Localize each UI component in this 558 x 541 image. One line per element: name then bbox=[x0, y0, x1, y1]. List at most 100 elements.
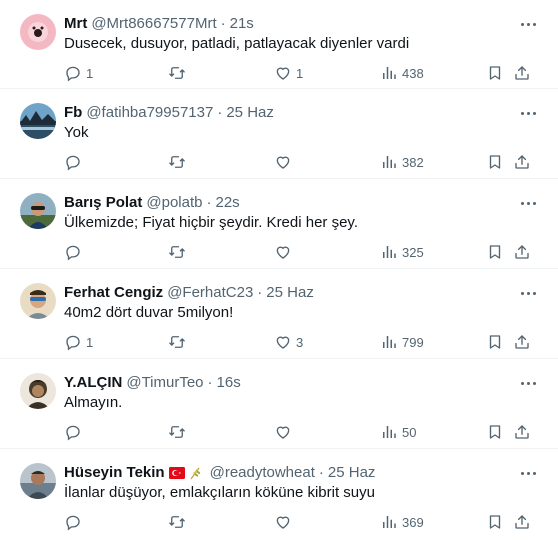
heart-icon bbox=[276, 67, 290, 80]
bookmark-button[interactable] bbox=[486, 331, 504, 353]
tweet[interactable]: Ferhat Cengiz @FerhatC23 · 25 Haz 40m2 d… bbox=[0, 269, 558, 359]
retweet-button[interactable] bbox=[168, 241, 190, 263]
separator-dot: · bbox=[207, 374, 213, 391]
tweet[interactable]: Mrt @Mrt86667577Mrt · 21s Dusecek, dusuy… bbox=[0, 0, 558, 89]
retweet-icon bbox=[169, 67, 185, 79]
avatar[interactable] bbox=[20, 463, 56, 499]
reply-button[interactable] bbox=[64, 241, 86, 263]
avatar[interactable] bbox=[20, 283, 56, 319]
user-handle[interactable]: @TimurTeo bbox=[126, 373, 203, 393]
retweet-button[interactable] bbox=[168, 421, 190, 443]
bookmark-button[interactable] bbox=[486, 511, 504, 533]
tweet-text: Yok bbox=[64, 124, 89, 141]
like-button[interactable] bbox=[274, 421, 296, 443]
reply-button[interactable]: 1 bbox=[64, 62, 93, 84]
more-options-icon[interactable] bbox=[518, 466, 538, 480]
more-options-icon[interactable] bbox=[518, 286, 538, 300]
like-button[interactable] bbox=[274, 511, 296, 533]
more-options-icon[interactable] bbox=[518, 106, 538, 120]
display-name[interactable]: Hüseyin Tekin bbox=[64, 463, 165, 483]
display-name[interactable]: Mrt bbox=[64, 14, 87, 34]
avatar[interactable] bbox=[20, 103, 56, 139]
reply-icon bbox=[66, 335, 80, 351]
reply-icon bbox=[66, 66, 80, 82]
reply-icon bbox=[66, 245, 80, 261]
retweet-button[interactable] bbox=[168, 511, 190, 533]
avatar[interactable] bbox=[20, 193, 56, 229]
share-icon bbox=[515, 155, 529, 169]
views-button[interactable]: 799 bbox=[380, 331, 424, 353]
views-button[interactable]: 382 bbox=[380, 151, 424, 173]
tweet[interactable]: Y.ALÇIN @TimurTeo · 16s Almayın. 50 bbox=[0, 359, 558, 449]
turkey-flag-icon bbox=[168, 467, 185, 479]
share-button[interactable] bbox=[513, 331, 531, 353]
timestamp[interactable]: 25 Haz bbox=[226, 103, 274, 123]
share-icon bbox=[515, 66, 529, 80]
timestamp[interactable]: 22s bbox=[215, 193, 239, 213]
share-button[interactable] bbox=[513, 151, 531, 173]
reply-button[interactable] bbox=[64, 421, 86, 443]
wheat-icon bbox=[190, 467, 200, 480]
tweet-feed: Mrt @Mrt86667577Mrt · 21s Dusecek, dusuy… bbox=[0, 0, 558, 539]
tweet-header: Y.ALÇIN @TimurTeo · 16s bbox=[64, 373, 518, 393]
like-button[interactable] bbox=[274, 151, 296, 173]
retweet-button[interactable] bbox=[168, 62, 190, 84]
more-options-icon[interactable] bbox=[518, 376, 538, 390]
share-button[interactable] bbox=[513, 241, 531, 263]
retweet-icon bbox=[169, 516, 185, 528]
like-button[interactable] bbox=[274, 241, 296, 263]
avatar[interactable] bbox=[20, 14, 56, 50]
retweet-icon bbox=[169, 426, 185, 438]
bookmark-button[interactable] bbox=[486, 421, 504, 443]
like-button[interactable]: 1 bbox=[274, 62, 303, 84]
timestamp[interactable]: 25 Haz bbox=[328, 463, 376, 483]
bookmark-button[interactable] bbox=[486, 151, 504, 173]
display-name[interactable]: Ferhat Cengiz bbox=[64, 283, 163, 303]
tweet-header: Ferhat Cengiz @FerhatC23 · 25 Haz bbox=[64, 283, 518, 303]
views-button[interactable]: 325 bbox=[380, 241, 424, 263]
user-handle[interactable]: @polatb bbox=[146, 193, 202, 213]
share-button[interactable] bbox=[513, 62, 531, 84]
display-name[interactable]: Y.ALÇIN bbox=[64, 373, 122, 393]
share-button[interactable] bbox=[513, 511, 531, 533]
user-handle[interactable]: @FerhatC23 bbox=[167, 283, 253, 303]
retweet-button[interactable] bbox=[168, 331, 190, 353]
reply-button[interactable] bbox=[64, 511, 86, 533]
reply-button[interactable] bbox=[64, 151, 86, 173]
tweet[interactable]: Barış Polat @polatb · 22s Ülkemizde; Fiy… bbox=[0, 179, 558, 269]
tweet[interactable]: Hüseyin Tekin @readytowheat · 25 Haz İla… bbox=[0, 449, 558, 539]
more-options-icon[interactable] bbox=[518, 196, 538, 210]
more-options-icon[interactable] bbox=[518, 17, 538, 31]
tweet-text: Ülkemizde; Fiyat hiçbir şeydir. Kredi he… bbox=[64, 214, 358, 231]
user-handle[interactable]: @readytowheat bbox=[210, 463, 315, 483]
tweet[interactable]: Fb @fatihba79957137 · 25 Haz Yok 382 bbox=[0, 89, 558, 179]
views-button[interactable]: 369 bbox=[380, 511, 424, 533]
like-button[interactable]: 3 bbox=[274, 331, 303, 353]
tweet-actions: 1 3 799 bbox=[54, 331, 546, 353]
like-count: 1 bbox=[296, 65, 304, 81]
views-button[interactable]: 50 bbox=[380, 421, 416, 443]
timestamp[interactable]: 21s bbox=[230, 14, 254, 34]
view-count: 369 bbox=[402, 514, 424, 530]
display-name[interactable]: Fb bbox=[64, 103, 82, 123]
timestamp[interactable]: 25 Haz bbox=[266, 283, 314, 303]
views-button[interactable]: 438 bbox=[380, 62, 424, 84]
share-button[interactable] bbox=[513, 421, 531, 443]
views-chart-icon bbox=[383, 336, 396, 348]
views-chart-icon bbox=[383, 156, 396, 168]
views-chart-icon bbox=[383, 516, 396, 528]
reply-button[interactable]: 1 bbox=[64, 331, 93, 353]
timestamp[interactable]: 16s bbox=[217, 373, 241, 393]
bookmark-button[interactable] bbox=[486, 62, 504, 84]
bookmark-button[interactable] bbox=[486, 241, 504, 263]
tweet-text: İlanlar düşüyor, emlakçıların köküne kib… bbox=[64, 484, 375, 501]
tweet-actions: 1 1 438 bbox=[54, 62, 546, 84]
user-handle[interactable]: @fatihba79957137 bbox=[86, 103, 213, 123]
views-chart-icon bbox=[383, 67, 396, 79]
display-name[interactable]: Barış Polat bbox=[64, 193, 142, 213]
bookmark-icon bbox=[489, 335, 501, 349]
avatar[interactable] bbox=[20, 373, 56, 409]
separator-dot: · bbox=[220, 15, 226, 32]
retweet-button[interactable] bbox=[168, 151, 190, 173]
user-handle[interactable]: @Mrt86667577Mrt bbox=[91, 14, 216, 34]
